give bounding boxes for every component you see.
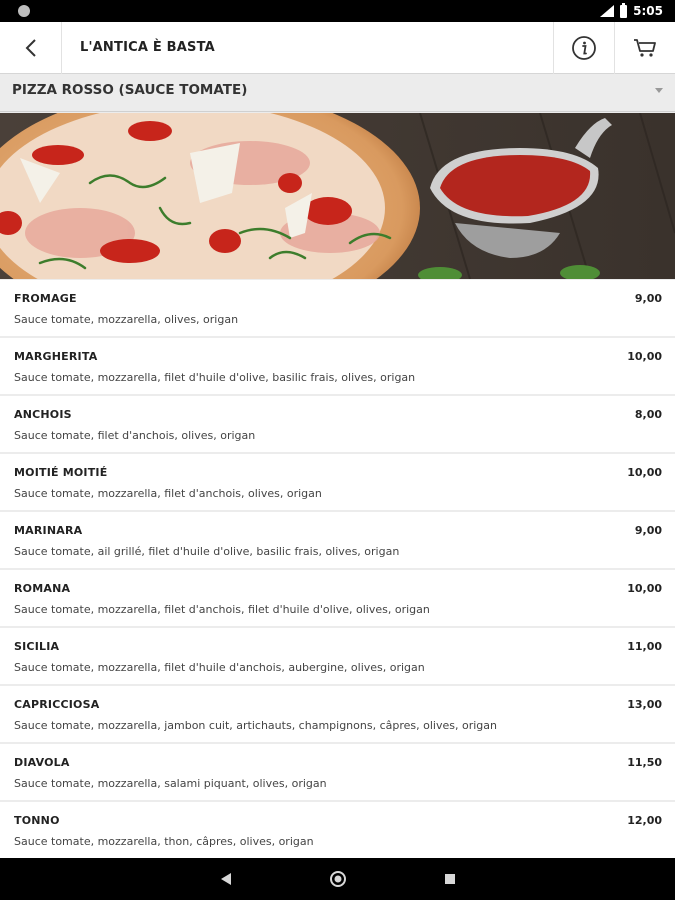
- menu-item-description: Sauce tomate, mozzarella, olives, origan: [14, 313, 239, 326]
- menu-item-description: Sauce tomate, mozzarella, filet d'anchoi…: [14, 487, 322, 500]
- menu-item[interactable]: ANCHOIS 8,00 Sauce tomate, filet d'ancho…: [0, 396, 675, 452]
- menu-item-price: 10,00: [627, 582, 662, 595]
- circle-home-icon: [330, 871, 346, 887]
- menu-item-name: DIAVOLA: [14, 756, 70, 769]
- hero-image: [0, 113, 675, 279]
- menu-item-name: ROMANA: [14, 582, 71, 595]
- category-label: PIZZA ROSSO (SAUCE TOMATE): [12, 82, 248, 98]
- notification-icon: [18, 5, 30, 17]
- menu-item-description: Sauce tomate, ail grillé, filet d'huile …: [14, 545, 400, 558]
- page-title: L'ANTICA È BASTA: [80, 40, 215, 55]
- nav-home-button[interactable]: [314, 858, 362, 900]
- chevron-down-icon: [655, 88, 663, 93]
- menu-item-name: SICILIA: [14, 640, 60, 653]
- battery-icon: [620, 2, 628, 18]
- system-nav-bar: [0, 858, 675, 900]
- menu-item[interactable]: SICILIA 11,00 Sauce tomate, mozzarella, …: [0, 628, 675, 684]
- menu-item-description: Sauce tomate, filet d'anchois, olives, o…: [14, 429, 256, 442]
- signal-icon: [600, 5, 615, 17]
- menu-item-price: 11,50: [627, 756, 662, 769]
- menu-item[interactable]: MARINARA 9,00 Sauce tomate, ail grillé, …: [0, 512, 675, 568]
- nav-recents-button[interactable]: [426, 858, 474, 900]
- cart-button[interactable]: [614, 22, 675, 74]
- arrow-back-icon: [25, 39, 36, 57]
- menu-item-price: 9,00: [634, 524, 662, 537]
- menu-item-name: TONNO: [14, 814, 60, 827]
- info-icon: [572, 36, 596, 60]
- menu-item-price: 12,00: [627, 814, 662, 827]
- menu-item[interactable]: DIAVOLA 11,50 Sauce tomate, mozzarella, …: [0, 744, 675, 800]
- menu-item-price: 13,00: [627, 698, 662, 711]
- status-time: 5:05: [633, 4, 663, 18]
- menu-item-name: CAPRICCIOSA: [14, 698, 100, 711]
- triangle-back-icon: [221, 873, 231, 885]
- nav-back-button[interactable]: [202, 858, 250, 900]
- square-recents-icon: [445, 874, 455, 884]
- menu-item[interactable]: ROMANA 10,00 Sauce tomate, mozzarella, f…: [0, 570, 675, 626]
- menu-item[interactable]: MOITIÉ MOITIÉ 10,00 Sauce tomate, mozzar…: [0, 454, 675, 510]
- menu-item-name: MARGHERITA: [14, 350, 98, 363]
- menu-item-description: Sauce tomate, mozzarella, filet d'anchoi…: [14, 603, 430, 616]
- info-button[interactable]: [553, 22, 614, 74]
- menu-item-price: 11,00: [627, 640, 662, 653]
- back-button[interactable]: [0, 22, 62, 74]
- menu-list: FROMAGE 9,00 Sauce tomate, mozzarella, o…: [0, 280, 675, 860]
- menu-item-description: Sauce tomate, mozzarella, filet d'huile …: [14, 661, 425, 674]
- menu-item-description: Sauce tomate, mozzarella, salami piquant…: [14, 777, 327, 790]
- menu-item-description: Sauce tomate, mozzarella, jambon cuit, a…: [14, 719, 497, 732]
- app-bar: L'ANTICA È BASTA: [0, 22, 675, 74]
- menu-item[interactable]: FROMAGE 9,00 Sauce tomate, mozzarella, o…: [0, 280, 675, 336]
- category-selector[interactable]: PIZZA ROSSO (SAUCE TOMATE): [0, 75, 675, 112]
- pizza-image: [0, 113, 675, 279]
- menu-item[interactable]: MARGHERITA 10,00 Sauce tomate, mozzarell…: [0, 338, 675, 394]
- menu-item[interactable]: CAPRICCIOSA 13,00 Sauce tomate, mozzarel…: [0, 686, 675, 742]
- menu-item-name: ANCHOIS: [14, 408, 72, 421]
- menu-item-price: 10,00: [627, 350, 662, 363]
- menu-item-price: 8,00: [634, 408, 662, 421]
- status-bar: 5:05: [0, 0, 675, 22]
- menu-item-description: Sauce tomate, mozzarella, thon, câpres, …: [14, 835, 314, 848]
- menu-item-price: 9,00: [634, 292, 662, 305]
- menu-item[interactable]: TONNO 12,00 Sauce tomate, mozzarella, th…: [0, 802, 675, 858]
- menu-item-price: 10,00: [627, 466, 662, 479]
- menu-item-name: MARINARA: [14, 524, 83, 537]
- status-right: 5:05: [600, 0, 663, 22]
- menu-item-name: MOITIÉ MOITIÉ: [14, 466, 108, 479]
- menu-item-name: FROMAGE: [14, 292, 77, 305]
- cart-icon: [634, 39, 656, 57]
- menu-item-description: Sauce tomate, mozzarella, filet d'huile …: [14, 371, 416, 384]
